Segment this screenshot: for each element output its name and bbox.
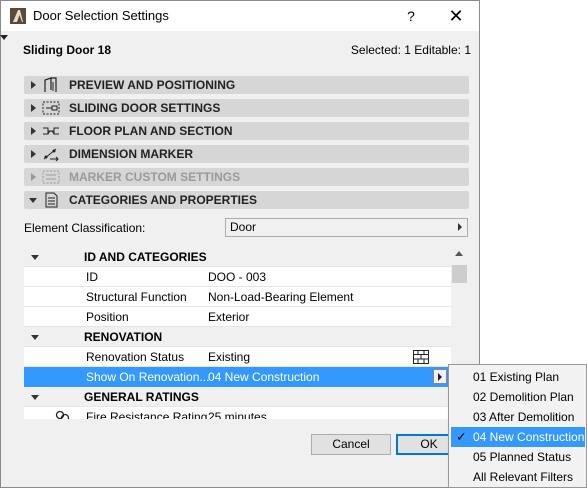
- panel-preview-and-positioning[interactable]: PREVIEW AND POSITIONING: [24, 76, 469, 94]
- sliding-door-icon: [42, 101, 60, 115]
- expand-triangle-icon: [31, 104, 36, 112]
- collapse-arrow-icon[interactable]: [0, 35, 8, 40]
- group-label: GENERAL RATINGS: [84, 390, 199, 404]
- panel-label: PREVIEW AND POSITIONING: [69, 78, 236, 92]
- element-name: Sliding Door 18: [23, 43, 112, 57]
- property-list: ID AND CATEGORIES ID DOO - 003 Structura…: [24, 247, 451, 419]
- dropdown-item-label: 04 New Construction: [473, 430, 585, 444]
- property-row-fire-resistance-rating[interactable]: Fire Resistance Rating 25 minutes: [24, 407, 451, 419]
- panel-label: CATEGORIES AND PROPERTIES: [69, 193, 258, 207]
- panel-label: SLIDING DOOR SETTINGS: [69, 101, 221, 115]
- element-classification-label: Element Classification:: [24, 221, 146, 235]
- link-chain-icon: [55, 410, 70, 419]
- property-row-id[interactable]: ID DOO - 003: [24, 267, 451, 287]
- property-row-structural-function[interactable]: Structural Function Non-Load-Bearing Ele…: [24, 287, 451, 307]
- panel-floor-plan-and-section[interactable]: FLOOR PLAN AND SECTION: [24, 122, 469, 140]
- property-name: Structural Function: [86, 290, 187, 304]
- chevron-right-icon: [458, 223, 462, 231]
- help-button[interactable]: ?: [399, 5, 423, 27]
- collapse-triangle-icon: [29, 198, 37, 203]
- dropdown-item-label: 02 Demolition Plan: [473, 390, 574, 404]
- scroll-up-arrow-icon[interactable]: [455, 251, 463, 256]
- panel-sliding-door-settings[interactable]: SLIDING DOOR SETTINGS: [24, 99, 469, 117]
- property-row-show-on-renovation-filter[interactable]: Show On Renovation... 04 New Constructio…: [24, 367, 451, 387]
- property-value: 04 New Construction: [208, 370, 320, 384]
- dropdown-item-label: 01 Existing Plan: [473, 370, 560, 384]
- classification-value: Door: [230, 220, 257, 234]
- dropdown-item-selected[interactable]: ✓ 04 New Construction: [451, 427, 585, 447]
- dropdown-item[interactable]: All Relevant Filters: [451, 467, 585, 487]
- document-icon: [45, 192, 58, 208]
- panel-label: FLOOR PLAN AND SECTION: [69, 124, 233, 138]
- group-label: ID AND CATEGORIES: [84, 250, 207, 264]
- group-general-ratings[interactable]: GENERAL RATINGS: [24, 387, 451, 407]
- cancel-button[interactable]: Cancel: [311, 434, 391, 455]
- dropdown-item[interactable]: 02 Demolition Plan: [451, 387, 585, 407]
- panel-dimension-marker[interactable]: DIMENSION MARKER: [24, 145, 469, 163]
- dropdown-item[interactable]: 03 After Demolition: [451, 407, 585, 427]
- door-selection-settings-dialog: Door Selection Settings ? ✕ Sliding Door…: [0, 0, 480, 488]
- title-bar: Door Selection Settings ? ✕: [1, 1, 479, 31]
- element-classification-select[interactable]: Door: [225, 218, 468, 237]
- panel-label: MARKER CUSTOM SETTINGS: [69, 170, 241, 184]
- collapse-triangle-icon: [31, 395, 39, 400]
- property-name: Show On Renovation...: [86, 370, 210, 384]
- dropdown-item-label: 05 Planned Status: [473, 450, 572, 464]
- expand-triangle-icon: [31, 127, 36, 135]
- scrollbar-thumb[interactable]: [452, 265, 467, 283]
- property-name: Renovation Status: [86, 350, 185, 364]
- property-name: ID: [86, 270, 98, 284]
- brick-wall-icon: [413, 350, 429, 364]
- group-id-and-categories[interactable]: ID AND CATEGORIES: [24, 247, 451, 267]
- dropdown-item[interactable]: 05 Planned Status: [451, 447, 585, 467]
- property-value: Exterior: [208, 310, 250, 324]
- dropdown-item-label: 03 After Demolition: [473, 410, 575, 424]
- panel-categories-and-properties[interactable]: CATEGORIES AND PROPERTIES: [24, 191, 469, 209]
- window-title: Door Selection Settings: [33, 8, 169, 23]
- open-options-button[interactable]: [433, 369, 447, 384]
- archicad-app-icon: [10, 8, 26, 24]
- property-value: Non-Load-Bearing Element: [208, 290, 354, 304]
- dropdown-item[interactable]: 01 Existing Plan: [451, 367, 585, 387]
- expand-triangle-icon: [31, 150, 36, 158]
- property-row-renovation-status[interactable]: Renovation Status Existing: [24, 347, 451, 367]
- close-button[interactable]: ✕: [441, 5, 471, 27]
- chevron-right-icon: [438, 373, 442, 381]
- door-frame-icon: [44, 77, 57, 92]
- group-label: RENOVATION: [84, 330, 163, 344]
- property-name: Fire Resistance Rating: [86, 410, 208, 419]
- checkmark-icon: ✓: [456, 429, 467, 444]
- expand-triangle-icon: [31, 81, 36, 89]
- property-value: DOO - 003: [208, 270, 267, 284]
- property-name: Position: [86, 310, 129, 324]
- floor-plan-icon: [43, 127, 59, 135]
- panel-label: DIMENSION MARKER: [69, 147, 194, 161]
- panel-marker-custom-settings[interactable]: MARKER CUSTOM SETTINGS: [24, 168, 469, 186]
- selection-count: Selected: 1 Editable: 1: [350, 43, 471, 57]
- renovation-filter-dropdown: 01 Existing Plan 02 Demolition Plan 03 A…: [448, 364, 587, 488]
- dropdown-item-label: All Relevant Filters: [473, 470, 574, 484]
- collapse-triangle-icon: [31, 335, 39, 340]
- property-row-position[interactable]: Position Exterior: [24, 307, 451, 327]
- collapse-triangle-icon: [31, 255, 39, 260]
- property-value: Existing: [208, 350, 251, 364]
- property-value: 25 minutes: [208, 410, 267, 419]
- marker-settings-icon: [42, 170, 60, 184]
- expand-triangle-icon: [31, 173, 36, 181]
- dimension-marker-icon: [43, 148, 59, 162]
- group-renovation[interactable]: RENOVATION: [24, 327, 451, 347]
